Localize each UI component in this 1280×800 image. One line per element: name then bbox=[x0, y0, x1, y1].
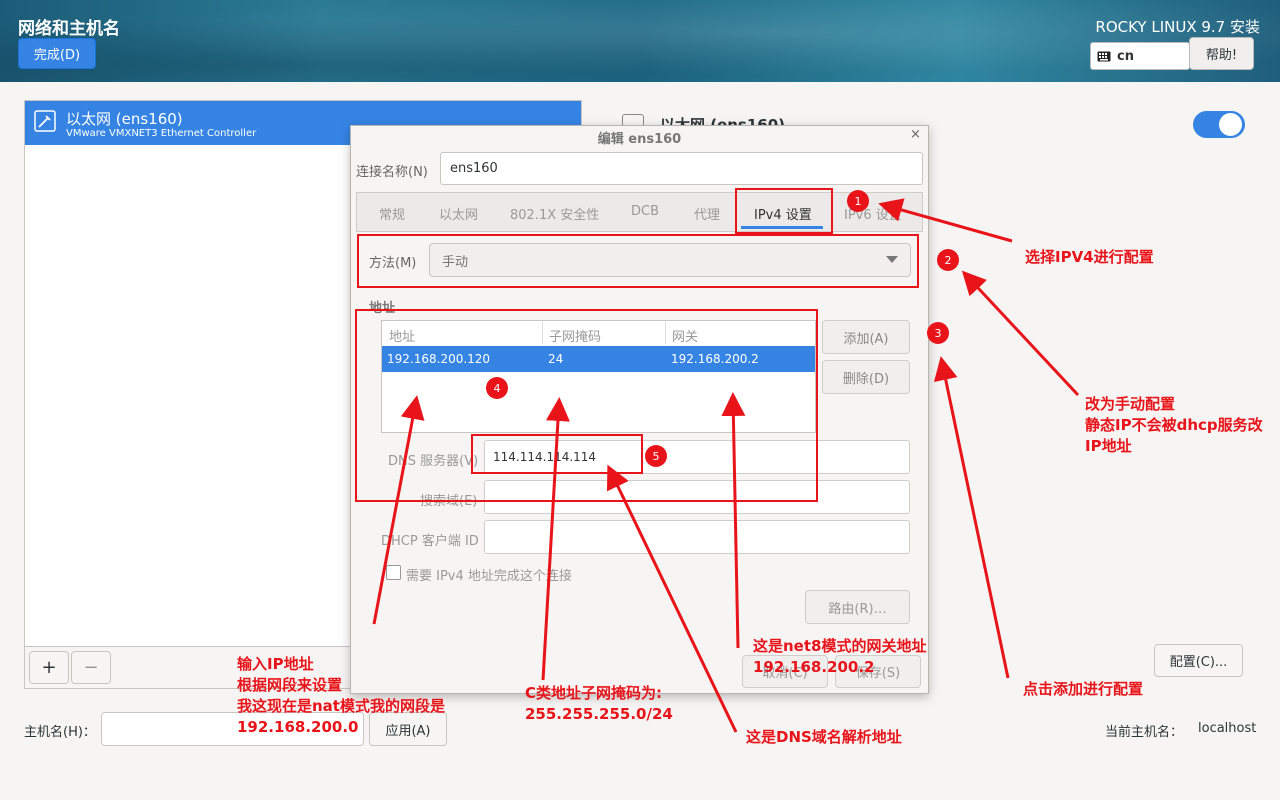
header-banner bbox=[0, 0, 1280, 82]
keyboard-layout-label: cn bbox=[1117, 48, 1134, 64]
note-line: C类地址子网掩码为: bbox=[525, 684, 663, 702]
annotation-note-select-ipv4: 选择IPV4进行配置 bbox=[1025, 248, 1154, 266]
current-hostname-label: 当前主机名： bbox=[1105, 725, 1184, 740]
annotation-box-ipv4-tab bbox=[735, 188, 833, 234]
add-address-button[interactable]: 添加(A) bbox=[822, 320, 910, 354]
close-icon[interactable]: × bbox=[910, 127, 921, 142]
current-hostname-value: localhost bbox=[1198, 721, 1257, 736]
annotation-note-ip-address: 输入IP地址 根据网段来设置 我这现在是nat模式我的网段是 192.168.2… bbox=[237, 654, 445, 738]
annotation-badge-5: 5 bbox=[645, 445, 667, 467]
note-line: 这是net8模式的网关地址 bbox=[753, 637, 927, 655]
note-line: 输入IP地址 bbox=[237, 655, 314, 673]
ethernet-icon bbox=[34, 110, 56, 132]
help-button[interactable]: 帮助! bbox=[1189, 37, 1254, 70]
annotation-badge-2: 2 bbox=[937, 249, 959, 271]
configure-button[interactable]: 配置(C)... bbox=[1154, 644, 1243, 677]
require-ipv4-checkbox[interactable] bbox=[386, 565, 401, 580]
connection-name-label: 连接名称(N) bbox=[356, 165, 428, 180]
annotation-note-dns: 这是DNS域名解析地址 bbox=[746, 728, 902, 746]
annotation-box-dns bbox=[471, 434, 643, 474]
annotation-badge-1: 1 bbox=[847, 190, 869, 212]
routes-button[interactable]: 路由(R)… bbox=[805, 590, 910, 624]
hostname-label: 主机名(H)： bbox=[24, 725, 96, 740]
keyboard-layout-indicator[interactable]: cn bbox=[1090, 42, 1190, 70]
done-button[interactable]: 完成(D) bbox=[18, 38, 96, 69]
annotation-note-click-add: 点击添加进行配置 bbox=[1023, 680, 1144, 698]
note-line: 根据网段来设置 bbox=[237, 676, 343, 694]
tab-8021x-security[interactable]: 802.1X 安全性 bbox=[510, 204, 599, 223]
device-description: VMware VMXNET3 Ethernet Controller bbox=[66, 128, 257, 139]
annotation-badge-3: 3 bbox=[927, 322, 949, 344]
delete-address-button[interactable]: 删除(D) bbox=[822, 360, 910, 394]
annotation-note-manual-config: 改为手动配置 静态IP不会被dhcp服务改 IP地址 bbox=[1085, 394, 1263, 457]
connection-name-input[interactable]: ens160 bbox=[440, 152, 923, 185]
dhcp-client-id-label: DHCP 客户端 ID bbox=[381, 534, 479, 549]
keyboard-icon bbox=[1097, 51, 1111, 61]
note-line: 192.168.200.2 bbox=[753, 658, 875, 676]
dialog-title: 编辑 ens160 bbox=[597, 132, 682, 147]
note-line: 我这现在是nat模式我的网段是 bbox=[237, 697, 445, 715]
add-device-button[interactable]: + bbox=[29, 651, 69, 684]
note-line: 静态IP不会被dhcp服务改 bbox=[1085, 416, 1263, 434]
annotation-note-netmask: C类地址子网掩码为: 255.255.255.0/24 bbox=[525, 683, 673, 725]
annotation-note-gateway: 这是net8模式的网关地址 192.168.200.2 bbox=[753, 636, 926, 678]
require-ipv4-label: 需要 IPv4 地址完成这个连接 bbox=[406, 569, 572, 584]
note-line: 改为手动配置 bbox=[1085, 395, 1176, 413]
note-line: 192.168.200.0 bbox=[237, 718, 359, 736]
note-line: IP地址 bbox=[1085, 437, 1132, 455]
tab-proxy[interactable]: 代理 bbox=[694, 204, 720, 223]
distro-title: ROCKY LINUX 9.7 安装 bbox=[1095, 18, 1260, 36]
page-title: 网络和主机名 bbox=[18, 19, 120, 39]
device-name: 以太网 (ens160) bbox=[66, 110, 183, 128]
dhcp-client-id-input[interactable] bbox=[484, 520, 910, 554]
note-line: 255.255.255.0/24 bbox=[525, 705, 673, 723]
annotation-badge-4: 4 bbox=[486, 377, 508, 399]
tab-general[interactable]: 常规 bbox=[379, 204, 405, 223]
annotation-box-method bbox=[357, 234, 919, 288]
tab-dcb[interactable]: DCB bbox=[631, 204, 659, 219]
tab-ethernet[interactable]: 以太网 bbox=[439, 204, 478, 223]
remove-device-button[interactable]: − bbox=[71, 651, 111, 684]
toggle-knob bbox=[1219, 113, 1242, 136]
